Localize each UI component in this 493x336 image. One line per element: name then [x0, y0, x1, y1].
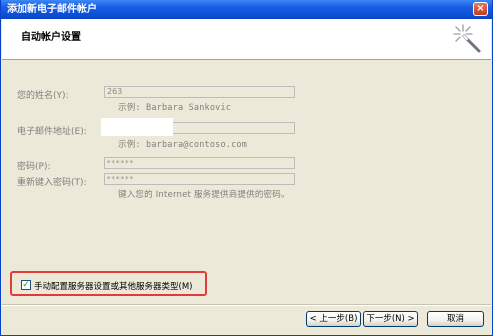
- password-label: 密码(P):: [17, 162, 51, 172]
- email-hint: 示例: barbara@contoso.com: [118, 140, 248, 150]
- password-hint: 键入您的 Internet 服务提供商提供的密码。: [118, 190, 290, 200]
- manual-config-highlight: ✓ 手动配置服务器设置或其他服务器类型(M): [10, 271, 207, 296]
- add-email-account-window: 添加新电子邮件帐户 × 自动帐户设置 您的姓名(Y): 263 示例: Barb…: [0, 0, 493, 336]
- checkmark-icon: ✓: [22, 280, 30, 290]
- name-label: 您的姓名(Y):: [17, 91, 69, 101]
- magic-wand-icon: [453, 24, 481, 53]
- window-title: 添加新电子邮件帐户: [7, 4, 97, 15]
- manual-config-label[interactable]: 手动配置服务器设置或其他服务器类型(M): [34, 280, 192, 292]
- back-button[interactable]: < 上一步(B): [306, 311, 361, 327]
- title-bar[interactable]: 添加新电子邮件帐户 ×: [1, 0, 492, 19]
- manual-config-checkbox[interactable]: ✓: [21, 280, 31, 290]
- cancel-button[interactable]: 取消: [427, 311, 484, 327]
- close-icon[interactable]: ×: [473, 2, 488, 16]
- retype-password-field[interactable]: ******: [104, 173, 295, 185]
- next-button[interactable]: 下一步(N) >: [363, 311, 418, 327]
- retype-password-label: 重新键入密码(T):: [17, 178, 87, 188]
- footer-divider: [2, 304, 491, 306]
- name-field[interactable]: 263: [104, 86, 295, 98]
- email-label: 电子邮件地址(E):: [17, 127, 87, 137]
- page-title: 自动帐户设置: [21, 32, 81, 43]
- wizard-header: 自动帐户设置: [2, 19, 491, 60]
- close-glyph: ×: [476, 3, 485, 14]
- name-hint: 示例: Barbara Sankovic: [118, 103, 232, 113]
- redaction-block: [101, 118, 173, 136]
- password-field[interactable]: ******: [104, 157, 295, 169]
